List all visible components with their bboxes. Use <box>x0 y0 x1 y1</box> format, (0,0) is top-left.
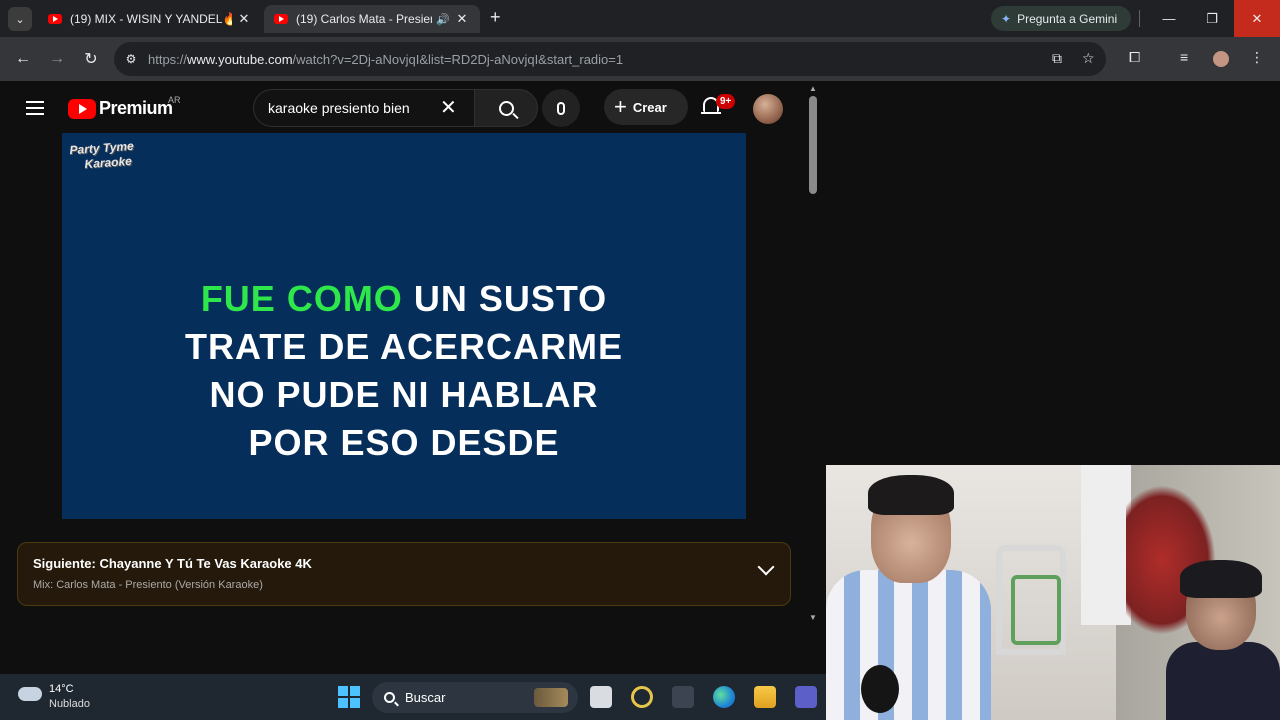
tab-carlos-mata-presiento[interactable]: (19) Carlos Mata - Presiento 🔊 ✕ <box>264 5 480 33</box>
forward-button[interactable]: → <box>45 47 69 71</box>
search-value: karaoke presiento bien <box>268 100 410 116</box>
gemini-button[interactable]: ✦ Pregunta a Gemini <box>991 6 1131 31</box>
search-button[interactable] <box>474 89 538 127</box>
gemini-sparkle-icon: ✦ <box>1001 11 1012 26</box>
file-explorer-icon[interactable] <box>754 686 776 708</box>
address-bar[interactable]: ⚙ https://www.youtube.com/watch?v=2Dj-aN… <box>114 42 1106 76</box>
windows-taskbar: 14°C Nublado Buscar <box>0 674 826 720</box>
search-icon <box>498 100 514 116</box>
webcam-overlay <box>826 465 1280 720</box>
person-singer <box>826 475 991 720</box>
browser-toolbar: ← → ↻ ⚙ https://www.youtube.com/watch?v=… <box>0 37 1280 81</box>
party-tyme-karaoke-logo: Party Tyme Karaoke <box>69 138 135 172</box>
chair <box>1011 575 1061 645</box>
snipping-tool-icon[interactable] <box>672 686 694 708</box>
url-text: https://www.youtube.com/watch?v=2Dj-aNov… <box>148 51 624 67</box>
voice-search-button[interactable] <box>542 89 580 127</box>
tab-search-dropdown[interactable]: ⌄ <box>8 7 32 31</box>
extensions-icon[interactable]: ⧠ <box>1129 49 1140 66</box>
scrollbar-thumb[interactable] <box>809 96 817 194</box>
speaker-icon[interactable]: 🔊 <box>436 13 450 26</box>
tab-mix-wisin-yandel[interactable]: (19) MIX - WISIN Y YANDEL🔥( ✕ <box>38 5 262 33</box>
youtube-favicon-icon <box>48 14 62 24</box>
weather-temperature[interactable]: 14°C <box>49 683 74 695</box>
more-menu-icon[interactable]: ⋮ <box>1250 49 1264 66</box>
restore-button[interactable]: ❐ <box>1190 0 1234 37</box>
back-button[interactable]: ← <box>11 47 35 71</box>
country-code: AR <box>168 95 181 105</box>
site-info-icon[interactable]: ⚙ <box>114 52 148 66</box>
create-label: Crear <box>632 99 667 115</box>
clear-search-icon[interactable]: ✕ <box>440 95 457 120</box>
media-controls-icon[interactable]: ≡ <box>1180 49 1188 65</box>
scroll-up-arrow[interactable]: ▲ <box>809 84 817 93</box>
chrome-icon[interactable] <box>631 686 653 708</box>
task-view-icon[interactable] <box>590 686 612 708</box>
weather-description[interactable]: Nublado <box>49 698 90 710</box>
tab-strip: ⌄ (19) MIX - WISIN Y YANDEL🔥( ✕ (19) Car… <box>0 0 1280 37</box>
chevron-down-icon: ⌄ <box>15 13 25 26</box>
lyric-line: NO PUDE NI HABLAR <box>209 374 599 415</box>
microphone <box>861 665 899 713</box>
karaoke-lyrics: FUE COMO UN SUSTO TRATE DE ACERCARME NO … <box>62 275 746 467</box>
install-app-icon[interactable]: ⧉ <box>1052 50 1062 67</box>
edge-icon[interactable] <box>713 686 735 708</box>
cloud-icon[interactable] <box>18 687 42 701</box>
close-tab-icon[interactable]: ✕ <box>454 11 470 27</box>
tab-title: (19) MIX - WISIN Y YANDEL🔥( <box>70 12 232 26</box>
up-next-title: Siguiente: Chayanne Y Tú Te Vas Karaoke … <box>33 556 312 571</box>
gemini-label: Pregunta a Gemini <box>1017 11 1118 26</box>
person <box>1166 560 1280 720</box>
youtube-page: Premium AR karaoke presiento bien ✕ + Cre… <box>0 81 826 674</box>
logo-text: Premium <box>99 98 173 118</box>
empty-side-area <box>826 81 1280 466</box>
lyric-line: TRATE DE ACERCARME <box>185 326 623 367</box>
profile-avatar-icon[interactable] <box>1213 51 1229 67</box>
taskbar-search[interactable]: Buscar <box>372 682 578 713</box>
close-window-button[interactable]: ✕ <box>1234 0 1280 37</box>
up-next-card[interactable]: Siguiente: Chayanne Y Tú Te Vas Karaoke … <box>17 542 791 606</box>
youtube-favicon-icon <box>274 14 288 24</box>
lyric-line: FUE COMO UN SUSTO <box>200 278 608 319</box>
create-button[interactable]: + Crear <box>604 89 688 125</box>
tab-title: (19) Carlos Mata - Presiento <box>296 12 433 26</box>
search-highlight-image <box>534 688 568 707</box>
search-icon <box>384 692 395 703</box>
up-next-subtitle: Mix: Carlos Mata - Presiento (Versión Ka… <box>33 579 263 591</box>
lyric-line: POR ESO DESDE <box>248 422 560 463</box>
plus-icon: + <box>614 94 627 119</box>
divider <box>1139 10 1140 27</box>
teams-icon[interactable] <box>795 686 817 708</box>
close-tab-icon[interactable]: ✕ <box>236 11 252 27</box>
menu-icon[interactable] <box>26 101 44 115</box>
chevron-down-icon[interactable] <box>757 558 775 576</box>
bookmark-star-icon[interactable]: ☆ <box>1082 50 1095 67</box>
search-label: Buscar <box>405 690 446 705</box>
scroll-down-arrow[interactable]: ▼ <box>809 613 817 622</box>
video-player[interactable]: Party Tyme Karaoke FUE COMO UN SUSTO TRA… <box>62 133 746 519</box>
minimize-button[interactable]: — <box>1147 0 1191 37</box>
new-tab-button[interactable]: + <box>490 7 501 28</box>
youtube-premium-logo[interactable]: Premium <box>68 98 173 119</box>
notification-badge: 9+ <box>716 94 736 109</box>
windows-start-icon[interactable] <box>338 686 360 708</box>
youtube-play-icon <box>68 98 96 119</box>
account-avatar[interactable] <box>753 94 783 124</box>
microphone-icon <box>557 101 565 115</box>
reload-button[interactable]: ↻ <box>79 47 103 71</box>
